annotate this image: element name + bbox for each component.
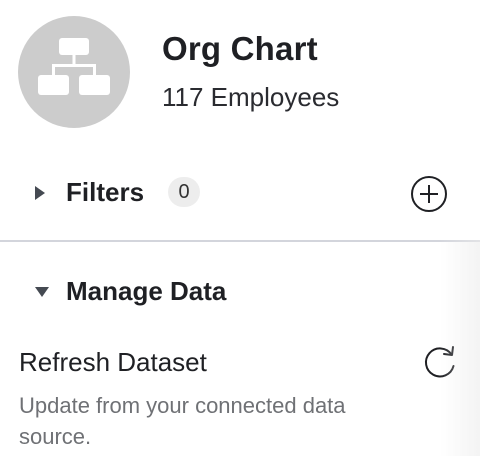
- divider: [0, 240, 480, 242]
- refresh-icon[interactable]: [420, 342, 460, 382]
- filters-label[interactable]: Filters: [66, 177, 144, 208]
- caret-down-icon[interactable]: [34, 286, 50, 298]
- avatar: [18, 16, 130, 128]
- page-title: Org Chart: [162, 30, 318, 67]
- filters-section-header[interactable]: Filters 0: [0, 169, 480, 217]
- refresh-dataset-title: Refresh Dataset: [19, 347, 207, 377]
- header: Org Chart 117 Employees: [0, 0, 480, 150]
- manage-data-label[interactable]: Manage Data: [66, 276, 226, 307]
- org-chart-icon: [38, 38, 110, 95]
- manage-data-section-header[interactable]: Manage Data: [0, 268, 480, 316]
- caret-right-icon[interactable]: [34, 185, 46, 201]
- employee-count: 117 Employees: [162, 82, 340, 112]
- filters-count-badge: 0: [168, 177, 200, 207]
- add-filter-button[interactable]: [410, 175, 448, 213]
- refresh-dataset-description: Update from your connected data source.: [19, 393, 346, 449]
